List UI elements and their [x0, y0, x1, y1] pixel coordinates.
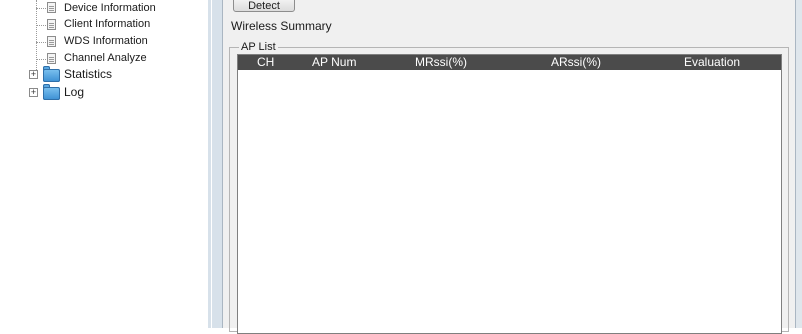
- tree-folder-label: Statistics: [64, 67, 113, 81]
- pane-splitter[interactable]: [208, 0, 223, 328]
- page-icon: [47, 53, 56, 64]
- tree-connector: [36, 8, 46, 9]
- page-icon: [47, 2, 56, 13]
- tree-item-label: Device Information: [64, 2, 156, 14]
- tree-folder-label: Log: [64, 85, 85, 99]
- column-header-evaluation[interactable]: Evaluation: [684, 55, 740, 70]
- page-icon: [47, 19, 56, 30]
- column-header-ch[interactable]: CH: [257, 55, 274, 70]
- tree-item-label: WDS Information: [64, 35, 148, 47]
- tree-connector: [36, 42, 46, 43]
- page-icon: [47, 36, 56, 47]
- column-header-mrssi[interactable]: MRssi(%): [415, 55, 467, 70]
- expand-log-icon[interactable]: +: [29, 88, 38, 97]
- tree-connector: [36, 59, 46, 60]
- ap-list-label: AP List: [239, 41, 278, 53]
- folder-icon: [43, 84, 60, 100]
- column-header-ap-num[interactable]: AP Num: [312, 55, 356, 70]
- expand-statistics-icon[interactable]: +: [29, 70, 38, 79]
- tree-connector: [36, 25, 46, 26]
- tree-item-label: Client Information: [64, 18, 151, 30]
- column-header-arssi[interactable]: ARssi(%): [551, 55, 601, 70]
- content-panel: Detect Wireless Summary AP List CH AP Nu…: [223, 0, 795, 334]
- window-edge: [795, 0, 802, 328]
- detect-button[interactable]: Detect: [233, 0, 295, 12]
- table-header: CH AP Num MRssi(%) ARssi(%) Evaluation: [238, 55, 781, 70]
- navigation-tree: Device Information Client Information WD…: [0, 0, 209, 328]
- folder-icon: [43, 66, 60, 82]
- ap-list-table[interactable]: CH AP Num MRssi(%) ARssi(%) Evaluation: [237, 54, 782, 334]
- section-title: Wireless Summary: [231, 19, 332, 33]
- ap-list-label-wrap: AP List: [239, 41, 278, 53]
- tree-item-label: Channel Analyze: [64, 52, 147, 64]
